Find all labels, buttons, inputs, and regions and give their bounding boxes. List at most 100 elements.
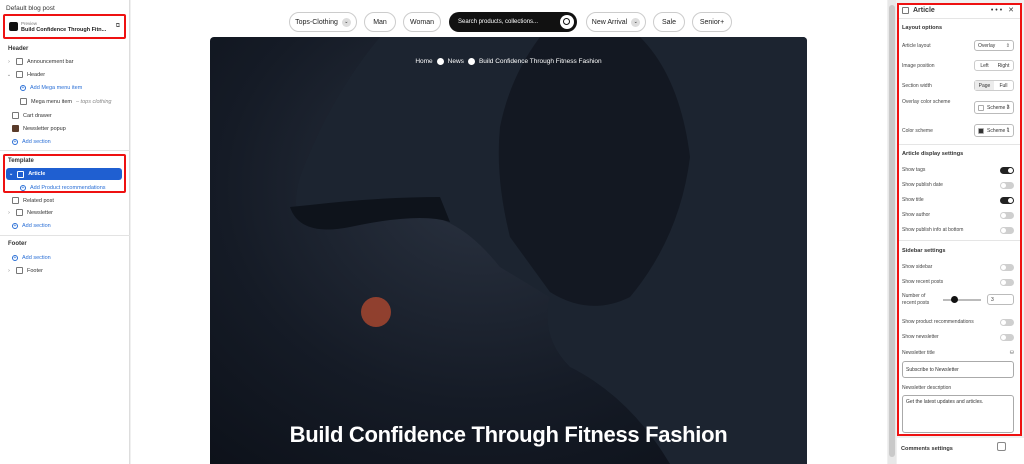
nav-senior[interactable]: Senior+	[692, 12, 732, 32]
sidebar-settings-title: Sidebar settings	[902, 248, 946, 254]
section-newsletter-popup[interactable]: Newsletter popup	[12, 123, 66, 134]
search-icon[interactable]	[560, 15, 574, 29]
chevron-updown-icon: ⇕	[1005, 104, 1010, 110]
show-tags-toggle[interactable]	[1000, 167, 1014, 174]
section-label: Cart drawer	[23, 112, 52, 119]
scroll-thumb[interactable]	[889, 5, 895, 457]
template-group-title: Template	[8, 158, 34, 164]
section-width-label: Section width	[902, 83, 932, 89]
section-article[interactable]: ⌄ Article	[6, 168, 122, 180]
divider	[899, 240, 1020, 241]
section-label: Footer	[27, 267, 43, 274]
section-icon	[16, 209, 23, 216]
show-publish-bottom-label: Show publish info at bottom	[902, 227, 964, 233]
scheme-swatch-icon	[978, 104, 984, 111]
show-sidebar-toggle[interactable]	[1000, 264, 1014, 271]
article-icon	[17, 170, 25, 178]
chevron-down-icon[interactable]: ⌄	[6, 72, 12, 78]
number-recent-slider[interactable]	[943, 296, 981, 303]
newsletter-title-input[interactable]: Subscribe to Newsletter	[902, 361, 1014, 378]
block-suffix: – tops clothing	[75, 98, 112, 105]
layout-options-title: Layout options	[902, 25, 943, 31]
nav-sale[interactable]: Sale	[653, 12, 685, 32]
overlay-scheme-select[interactable]: Scheme 3 ⇕	[974, 101, 1014, 114]
overlay-scheme-label: Overlay color scheme	[902, 99, 951, 105]
comments-settings-title: Comments settings	[901, 446, 953, 452]
section-related-post[interactable]: Related post	[12, 195, 54, 206]
show-publish-bottom-toggle[interactable]	[1000, 227, 1014, 234]
preview-canvas: Tops-Clothing ⌄ Man Woman Search products…	[131, 0, 887, 464]
page-template-title: Default blog post	[6, 5, 55, 12]
section-announcement-bar[interactable]: › Announcement bar	[6, 56, 73, 67]
section-cart-drawer[interactable]: Cart drawer	[12, 110, 52, 121]
show-title-toggle[interactable]	[1000, 197, 1014, 204]
chevron-right-icon[interactable]: ›	[6, 268, 12, 274]
article-layout-select[interactable]: Overlay ⇕	[974, 40, 1014, 51]
preview-card[interactable]: Preview Build Confidence Through Fitn...…	[3, 14, 126, 39]
chat-icon[interactable]	[997, 442, 1006, 451]
chevron-right-icon[interactable]: ›	[6, 210, 12, 216]
option-left[interactable]: Left	[975, 61, 994, 70]
add-mega-menu-button[interactable]: + Add Mega menu item	[20, 82, 82, 93]
search-input[interactable]: Search products, collections...	[449, 12, 577, 32]
header-group-title: Header	[8, 46, 29, 52]
plus-icon: +	[20, 84, 26, 91]
nav-label: Sale	[661, 18, 676, 26]
number-recent-input[interactable]: 3	[987, 294, 1014, 305]
section-newsletter[interactable]: › Newsletter	[6, 207, 53, 218]
color-scheme-select[interactable]: Scheme 1 ⇕	[974, 124, 1014, 137]
chevron-updown-icon: ⇕	[1005, 127, 1010, 133]
show-recent-toggle[interactable]	[1000, 279, 1014, 286]
breadcrumb-news[interactable]: News	[448, 58, 464, 65]
option-right[interactable]: Right	[994, 61, 1013, 70]
add-section-footer-button[interactable]: + Add section	[12, 252, 51, 263]
show-product-recs-label: Show product recommendations	[902, 319, 974, 325]
show-publish-date-toggle[interactable]	[1000, 182, 1014, 189]
show-author-toggle[interactable]	[1000, 212, 1014, 219]
dynamic-source-icon[interactable]: ⛁	[1010, 350, 1014, 356]
store-logo-icon	[9, 22, 18, 31]
number-recent-label: Number of recent posts	[902, 293, 930, 306]
add-section-header-button[interactable]: + Add section	[12, 136, 51, 147]
add-section-template-button[interactable]: + Add section	[12, 220, 51, 231]
image-position-label: Image position	[902, 63, 935, 69]
footer-group-title: Footer	[8, 241, 27, 247]
section-footer[interactable]: › Footer	[6, 265, 43, 276]
show-recent-label: Show recent posts	[902, 279, 944, 285]
chevron-down-icon[interactable]: ⌄	[9, 171, 13, 177]
option-full[interactable]: Full	[994, 81, 1013, 90]
chevron-right-icon[interactable]: ›	[6, 59, 12, 65]
add-section-label: Add section	[22, 222, 51, 229]
article-hero: Home News Build Confidence Through Fitne…	[210, 37, 807, 464]
article-layout-label: Article layout	[902, 43, 931, 49]
nav-tops-clothing[interactable]: Tops-Clothing ⌄	[289, 12, 357, 32]
breadcrumb: Home News Build Confidence Through Fitne…	[210, 58, 807, 65]
image-icon	[12, 125, 19, 132]
option-page[interactable]: Page	[975, 81, 994, 90]
nav-man[interactable]: Man	[364, 12, 396, 32]
divider	[899, 18, 1020, 19]
section-icon	[16, 71, 23, 78]
search-placeholder: Search products, collections...	[458, 19, 539, 25]
external-link-icon[interactable]: ⧉	[116, 23, 120, 30]
slider-knob[interactable]	[951, 296, 958, 303]
nav-new-arrival[interactable]: New Arrival ⌄	[586, 12, 646, 32]
add-section-label: Add section	[22, 254, 51, 261]
section-width-toggle[interactable]: Page Full	[974, 80, 1014, 91]
show-newsletter-toggle[interactable]	[1000, 334, 1014, 341]
breadcrumb-home[interactable]: Home	[415, 58, 432, 65]
section-icon	[16, 58, 23, 65]
newsletter-desc-textarea[interactable]: Get the latest updates and articles.	[902, 395, 1014, 433]
section-header[interactable]: ⌄ Header	[6, 69, 45, 80]
nav-label: Man	[373, 18, 387, 26]
show-sidebar-label: Show sidebar	[902, 264, 933, 270]
nav-label: New Arrival	[591, 18, 628, 26]
image-position-toggle[interactable]: Left Right	[974, 60, 1014, 71]
nav-woman[interactable]: Woman	[403, 12, 441, 32]
add-product-recommendations-button[interactable]: + Add Product recommendations	[20, 182, 106, 193]
canvas-scrollbar[interactable]	[888, 0, 896, 464]
panel-actions[interactable]: ••• ✕	[991, 6, 1016, 14]
show-product-recs-toggle[interactable]	[1000, 319, 1014, 326]
newsletter-desc-label: Newsletter description	[902, 385, 952, 391]
block-mega-menu-item[interactable]: Mega menu item – tops clothing	[20, 96, 111, 107]
